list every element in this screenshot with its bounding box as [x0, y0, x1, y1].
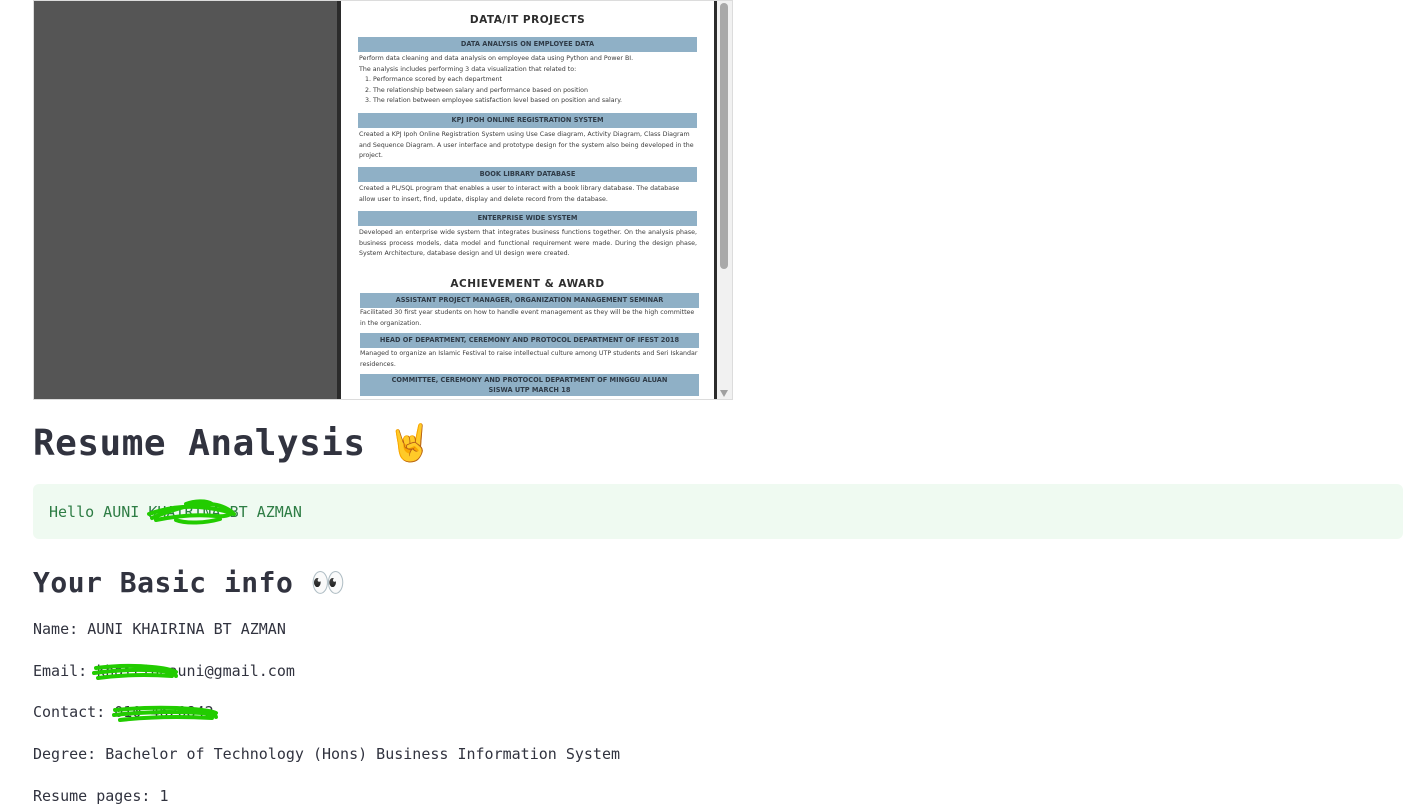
greeting-suffix: BT AZMAN: [220, 503, 302, 521]
greeting-text: Hello AUNI KHAIRINA BT AZMAN: [49, 503, 302, 521]
info-email: Email: khairinaauni@gmail.com: [33, 662, 295, 680]
rock-hand-icon: 🤘: [387, 423, 434, 464]
greeting-redacted: KHAIRINA: [148, 503, 221, 521]
greeting-prefix: Hello AUNI: [49, 503, 149, 521]
eyes-icon: 👀: [310, 566, 347, 599]
info-value: 1: [159, 787, 169, 805]
page-title: Resume Analysis 🤘: [33, 422, 433, 464]
pdf-project-line: Perform data cleaning and data analysis …: [359, 55, 634, 62]
pdf-project-list: 1. Performance scored by each department…: [365, 75, 697, 107]
info-contact: Contact: 010-4620842: [33, 703, 214, 721]
pdf-award-heading-line: SISWA UTP MARCH 18: [488, 386, 571, 394]
info-email-redacted: khairina: [96, 662, 169, 680]
info-name: Name: AUNI KHAIRINA BT AZMAN: [33, 620, 286, 638]
pdf-projects-title: DATA/IT PROJECTS: [469, 14, 586, 26]
pdf-project-text: Created a KPJ Ipoh Online Registration S…: [359, 131, 694, 160]
greeting-alert: Hello AUNI KHAIRINA BT AZMAN: [33, 484, 1403, 539]
basic-info-heading: Your Basic info 👀: [33, 566, 346, 599]
info-value: auni@gmail.com: [168, 662, 295, 680]
pdf-project-text: Perform data cleaning and data analysis …: [359, 54, 697, 75]
pdf-page: DATA/IT PROJECTS DATA ANALYSIS ON EMPLOY…: [341, 1, 714, 399]
pdf-scrollbar[interactable]: [717, 1, 732, 399]
info-label: Degree:: [33, 745, 106, 763]
pdf-list-item: 2. The relationship between salary and p…: [365, 86, 589, 94]
info-value: AUNI KHAIRINA BT AZMAN: [87, 620, 286, 638]
info-label: Name:: [33, 620, 88, 638]
pdf-award-heading: HEAD OF DEPARTMENT, CEREMONY AND PROTOCO…: [360, 333, 699, 348]
pdf-scrollbar-thumb[interactable]: [720, 3, 728, 269]
scroll-down-arrow-icon[interactable]: [720, 390, 728, 397]
basic-info-title: Your Basic info: [33, 566, 294, 599]
info-label: Resume pages:: [33, 787, 160, 805]
pdf-list-item: 1. Performance scored by each department: [365, 76, 502, 83]
pdf-award-text: Managed to organize an Islamic Festival …: [360, 350, 698, 368]
page-title-text: Resume Analysis: [33, 423, 366, 464]
pdf-award-heading: ASSISTANT PROJECT MANAGER, ORGANIZATION …: [360, 293, 699, 308]
pdf-award-title: ACHIEVEMENT & AWARD: [450, 278, 605, 290]
info-label: Email:: [33, 662, 97, 680]
info-label: Contact:: [33, 703, 115, 721]
info-contact-value: 010-4620842: [114, 703, 214, 721]
info-value: Bachelor of Technology (Hons) Business I…: [105, 745, 621, 763]
pdf-project-heading: ENTERPRISE WIDE SYSTEM: [358, 211, 697, 226]
pdf-project-heading: BOOK LIBRARY DATABASE: [358, 167, 697, 182]
pdf-viewer[interactable]: DATA/IT PROJECTS DATA ANALYSIS ON EMPLOY…: [33, 0, 733, 400]
pdf-award-heading: COMMITTEE, CEREMONY AND PROTOCOL DEPARTM…: [360, 374, 699, 396]
pdf-project-heading: KPJ IPOH ONLINE REGISTRATION SYSTEM: [358, 113, 697, 128]
pdf-project-line: The analysis includes performing 3 data …: [359, 65, 577, 73]
pdf-project-text: Created a PL/SQL program that enables a …: [359, 185, 680, 203]
info-pages: Resume pages: 1: [33, 787, 168, 805]
pdf-viewer-background: [34, 1, 337, 399]
pdf-project-heading: DATA ANALYSIS ON EMPLOYEE DATA: [358, 37, 697, 52]
info-degree: Degree: Bachelor of Technology (Hons) Bu…: [33, 745, 620, 763]
pdf-list-item: 3. The relation between employee satisfa…: [365, 97, 623, 105]
pdf-award-heading-line: COMMITTEE, CEREMONY AND PROTOCOL DEPARTM…: [391, 376, 668, 384]
pdf-project-text: Developed an enterprise wide system that…: [359, 229, 697, 258]
pdf-award-text: Facilitated 30 first year students on ho…: [360, 309, 695, 327]
